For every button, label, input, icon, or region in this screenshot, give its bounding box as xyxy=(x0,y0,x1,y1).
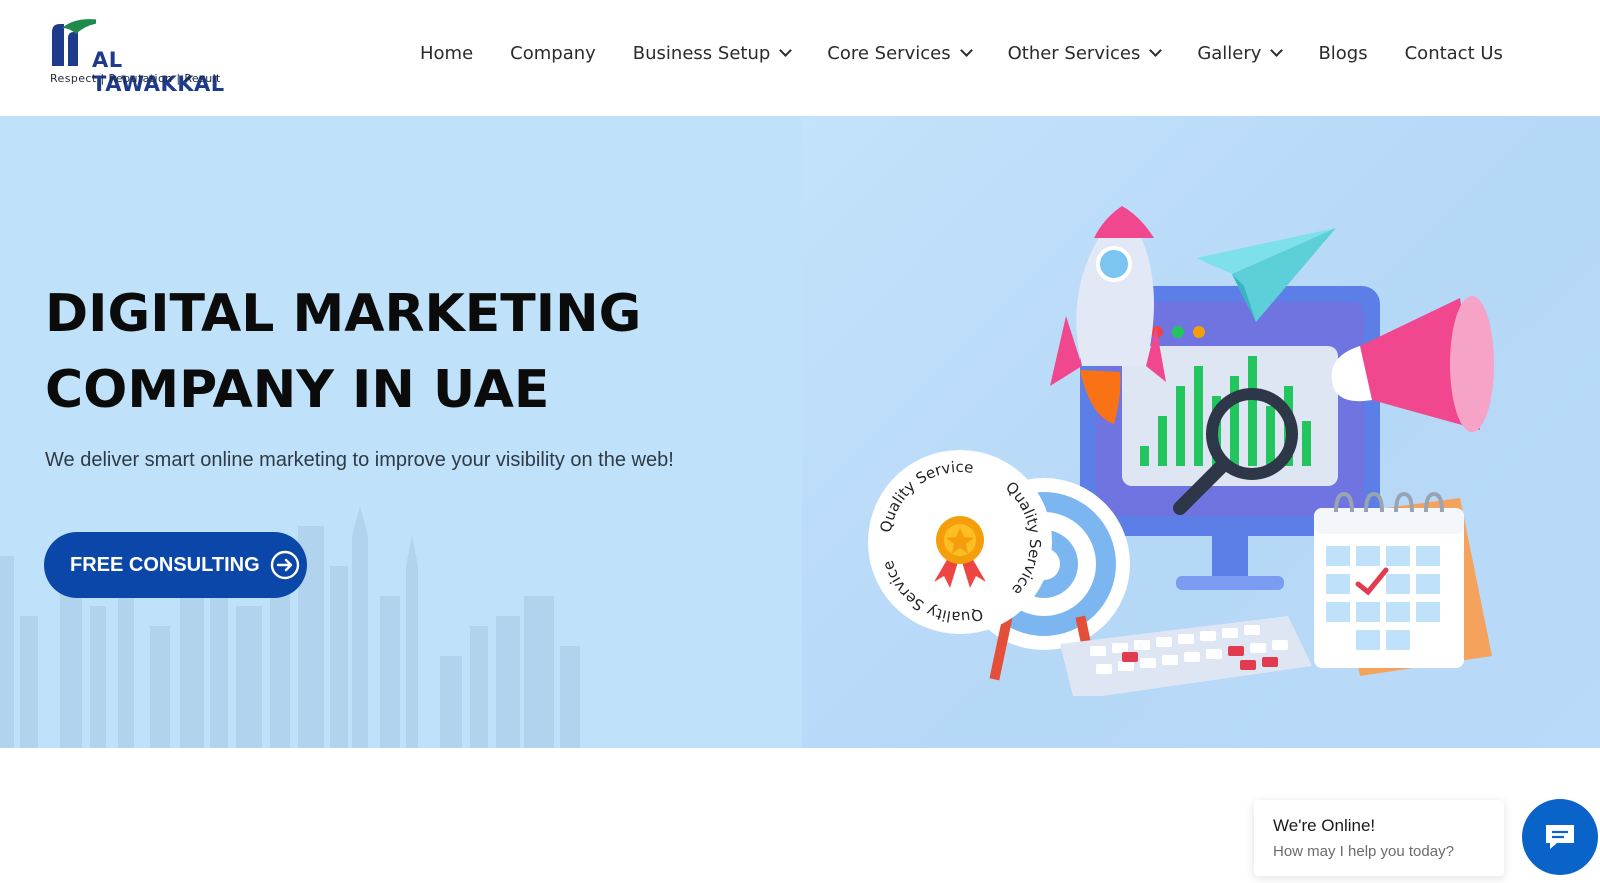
chat-subtitle: How may I help you today? xyxy=(1273,843,1454,860)
chat-launcher-button[interactable] xyxy=(1522,799,1598,875)
nav-label: Home xyxy=(420,42,474,64)
chat-greeting-bubble[interactable]: We're Online! How may I help you today? xyxy=(1254,800,1504,876)
site-logo[interactable]: AL TAWAKKAL Respect | Reputation | Resul… xyxy=(48,18,238,96)
digital-marketing-illustration: Quality Service Quality Service Quality … xyxy=(868,206,1494,696)
free-consulting-button[interactable]: FREE CONSULTING xyxy=(44,532,307,598)
nav-label: Business Setup xyxy=(632,42,771,64)
chevron-down-icon xyxy=(1270,44,1284,57)
main-nav: Home Company Business Setup Core Service… xyxy=(420,38,1503,68)
nav-other-services[interactable]: Other Services xyxy=(1007,42,1163,64)
logo-tagline: Respect | Reputation | Result xyxy=(50,72,221,85)
cta-label: FREE CONSULTING xyxy=(70,553,260,576)
nav-label: Core Services xyxy=(827,42,951,64)
nav-company[interactable]: Company xyxy=(510,43,596,64)
nav-blogs[interactable]: Blogs xyxy=(1318,43,1367,64)
hero-title: DIGITAL MARKETING COMPANY IN UAE xyxy=(45,276,641,428)
site-header: AL TAWAKKAL Respect | Reputation | Resul… xyxy=(0,0,1600,116)
hero-title-line2: COMPANY IN UAE xyxy=(45,360,550,420)
arrow-right-circle-icon xyxy=(270,550,299,580)
hero-title-line1: DIGITAL MARKETING xyxy=(45,284,642,344)
nav-label: Blogs xyxy=(1318,42,1368,64)
chevron-down-icon xyxy=(1149,44,1163,57)
hero-banner: DIGITAL MARKETING COMPANY IN UAE We deli… xyxy=(0,116,1600,748)
nav-contact-us[interactable]: Contact Us xyxy=(1405,43,1503,64)
logo-mark xyxy=(52,19,96,66)
nav-label: Gallery xyxy=(1197,42,1262,64)
chevron-down-icon xyxy=(779,44,793,57)
nav-core-services[interactable]: Core Services xyxy=(827,42,973,64)
chevron-down-icon xyxy=(959,44,973,57)
nav-home[interactable]: Home xyxy=(420,43,473,64)
nav-label: Company xyxy=(510,42,596,64)
nav-business-setup[interactable]: Business Setup xyxy=(632,42,793,64)
nav-label: Contact Us xyxy=(1404,42,1503,64)
hero-subtitle: We deliver smart online marketing to imp… xyxy=(45,449,674,471)
chat-icon xyxy=(1546,825,1574,849)
nav-label: Other Services xyxy=(1007,42,1141,64)
nav-gallery[interactable]: Gallery xyxy=(1197,42,1284,64)
chat-title: We're Online! xyxy=(1273,816,1376,835)
